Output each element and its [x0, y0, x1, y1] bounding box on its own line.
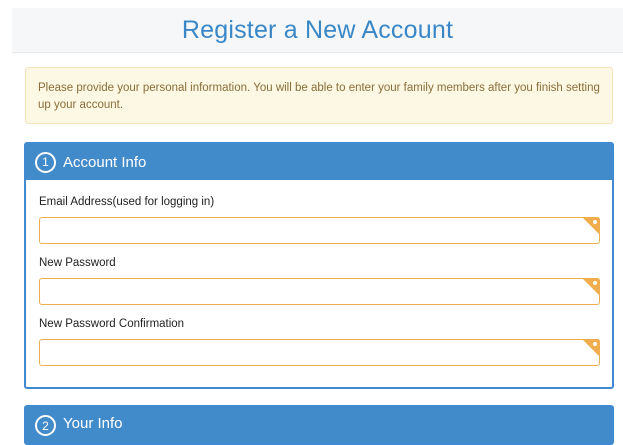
- your-info-panel-header[interactable]: 2 Your Info: [24, 405, 614, 445]
- account-info-header: 1 Account Info: [26, 144, 612, 180]
- email-input-wrap: [39, 217, 600, 244]
- password-confirm-input-wrap: [39, 339, 600, 366]
- required-icon: [582, 217, 600, 235]
- password-input[interactable]: [39, 278, 600, 305]
- email-field-group: Email Address(used for logging in): [39, 196, 600, 244]
- password-confirm-input[interactable]: [39, 339, 600, 366]
- page-header: Register a New Account: [12, 8, 623, 53]
- password-confirm-field-group: New Password Confirmation: [39, 318, 600, 366]
- password-confirm-label: New Password Confirmation: [39, 318, 185, 330]
- panel-title: Your Info: [63, 415, 123, 432]
- required-icon: [582, 339, 600, 357]
- email-label: Email Address(used for logging in): [39, 196, 215, 208]
- password-field-group: New Password: [39, 257, 600, 305]
- info-notice: Please provide your personal information…: [25, 67, 613, 124]
- step-number-1: 1: [35, 151, 56, 173]
- step-number-2: 2: [35, 415, 56, 436]
- panel-title: Account Info: [63, 153, 147, 171]
- required-icon: [582, 278, 600, 296]
- page-title: Register a New Account: [181, 15, 454, 44]
- email-input[interactable]: [39, 217, 600, 244]
- password-input-wrap: [39, 278, 600, 305]
- account-info-panel: 1 Account Info Email Address(used for lo…: [24, 142, 614, 389]
- password-label: New Password: [39, 257, 116, 269]
